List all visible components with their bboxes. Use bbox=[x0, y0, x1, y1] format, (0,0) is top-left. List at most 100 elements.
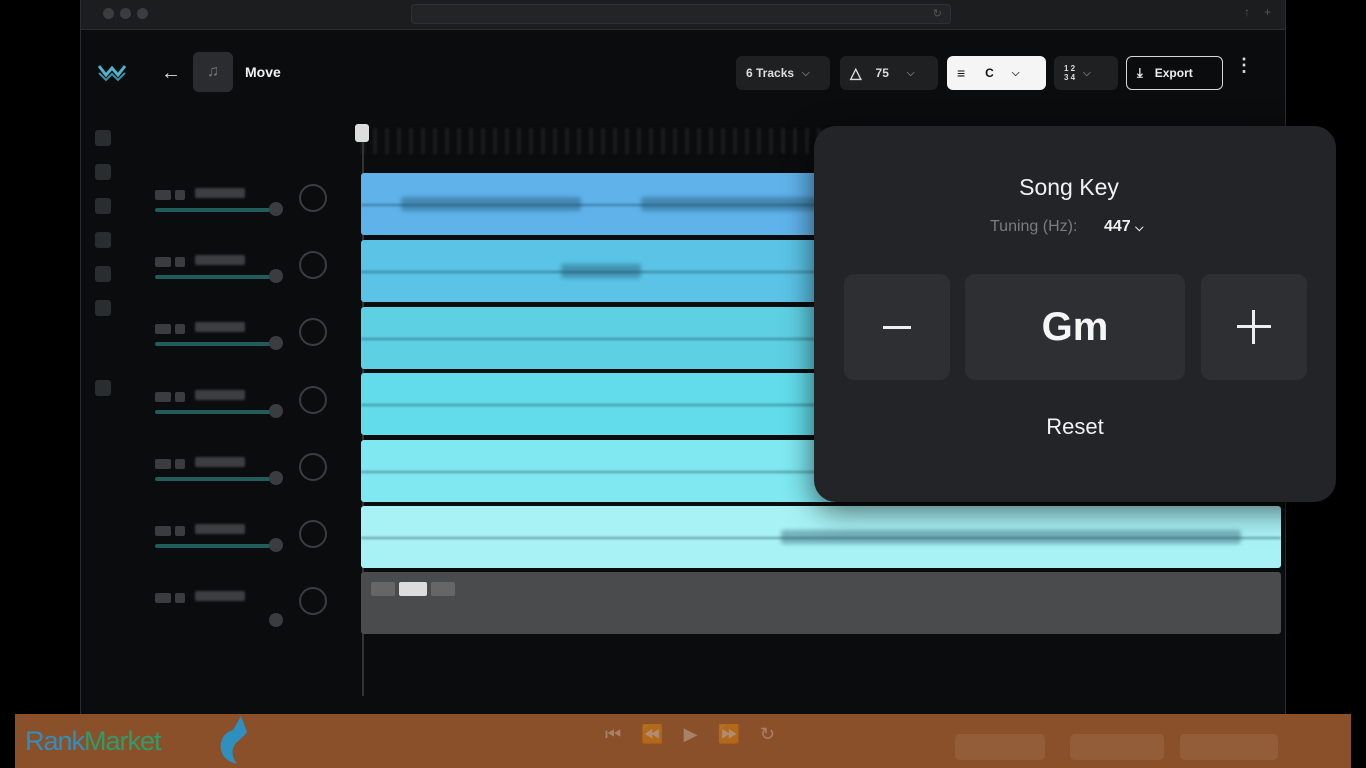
notes-tool-icon[interactable] bbox=[95, 198, 111, 214]
forward-icon[interactable]: ⏩ bbox=[717, 724, 739, 745]
time-signature-top: 1 2 bbox=[1064, 64, 1076, 73]
mute-button[interactable] bbox=[155, 392, 171, 402]
song-title: Move bbox=[245, 64, 281, 80]
solo-button[interactable] bbox=[175, 459, 185, 469]
title-bar: ↻ ↑ + bbox=[81, 0, 1285, 30]
play-icon[interactable]: ▶ bbox=[684, 724, 698, 745]
rewind-start-icon[interactable]: ⏮ bbox=[605, 724, 621, 745]
solo-button[interactable] bbox=[175, 324, 185, 334]
rewind-icon[interactable]: ⏪ bbox=[641, 724, 663, 745]
mute-button[interactable] bbox=[155, 257, 171, 267]
solo-button[interactable] bbox=[175, 526, 185, 536]
track-settings-icon[interactable] bbox=[299, 453, 327, 481]
tuning-value: 447 bbox=[1104, 218, 1131, 235]
solo-button[interactable] bbox=[175, 257, 185, 267]
time-signature-dropdown[interactable]: 1 2 3 4 ⌵ bbox=[1054, 56, 1118, 90]
volume-knob[interactable] bbox=[269, 538, 283, 552]
track-name bbox=[195, 390, 245, 400]
reset-button[interactable]: Reset bbox=[814, 414, 1336, 440]
close-window-button[interactable] bbox=[103, 8, 114, 19]
more-options-icon[interactable]: ⋮ bbox=[1235, 56, 1253, 74]
download-icon: ⤓ bbox=[1137, 65, 1143, 80]
chevron-down-icon: ⌵ bbox=[1011, 67, 1020, 79]
volume-knob[interactable] bbox=[269, 404, 283, 418]
watermark-banner: RankMarket ⏮ ⏪ ▶ ⏩ ↻ bbox=[15, 714, 1351, 768]
lane-chip[interactable] bbox=[371, 582, 395, 596]
volume-knob[interactable] bbox=[269, 336, 283, 350]
brand-part2: Market bbox=[84, 726, 162, 756]
lane-chip[interactable] bbox=[431, 582, 455, 596]
lane-chip[interactable] bbox=[399, 582, 427, 596]
share-icon[interactable]: ↑ bbox=[1244, 5, 1250, 19]
track-settings-icon[interactable] bbox=[299, 520, 327, 548]
edit-tool-icon[interactable] bbox=[95, 164, 111, 180]
track-control bbox=[151, 251, 351, 301]
minimize-window-button[interactable] bbox=[120, 8, 131, 19]
time-signature-bottom: 3 4 bbox=[1064, 73, 1076, 82]
volume-knob[interactable] bbox=[269, 269, 283, 283]
volume-slider[interactable] bbox=[155, 477, 275, 481]
mute-button[interactable] bbox=[155, 190, 171, 200]
track-name bbox=[195, 322, 245, 332]
track-control bbox=[151, 453, 351, 503]
mute-button[interactable] bbox=[155, 593, 171, 603]
plus-icon bbox=[1237, 310, 1271, 344]
tuning-dropdown[interactable]: 447 ⌵ bbox=[1104, 218, 1144, 236]
tempo-dropdown[interactable]: △ 75 ⌵ bbox=[840, 56, 938, 90]
mute-button[interactable] bbox=[155, 526, 171, 536]
brush-tool-icon[interactable] bbox=[95, 232, 111, 248]
waveform-peak bbox=[401, 196, 581, 212]
lyrics-button[interactable] bbox=[955, 734, 1045, 760]
transpose-up-button[interactable] bbox=[1201, 274, 1307, 380]
grid-tool-icon[interactable] bbox=[95, 300, 111, 316]
tracks-dropdown[interactable]: 6 Tracks ⌵ bbox=[736, 56, 830, 90]
metronome-lane[interactable] bbox=[361, 572, 1281, 634]
mute-button[interactable] bbox=[155, 459, 171, 469]
track-settings-icon[interactable] bbox=[299, 184, 327, 212]
solo-button[interactable] bbox=[175, 593, 185, 603]
solo-button[interactable] bbox=[175, 190, 185, 200]
volume-slider[interactable] bbox=[155, 208, 275, 212]
brand-logo: RankMarket bbox=[25, 726, 162, 757]
volume-knob[interactable] bbox=[269, 613, 283, 627]
export-button[interactable]: ⤓ Export bbox=[1126, 56, 1223, 90]
key-dropdown[interactable]: ≡ C ⌵ bbox=[947, 56, 1046, 90]
settings-tool-icon[interactable] bbox=[95, 380, 111, 396]
track-name bbox=[195, 255, 245, 265]
maximize-window-button[interactable] bbox=[137, 8, 148, 19]
app-header: ← ♫ Move 6 Tracks ⌵ △ 75 ⌵ ≡ C ⌵ 1 2 3 4… bbox=[81, 40, 1285, 106]
solo-button[interactable] bbox=[175, 392, 185, 402]
transpose-down-button[interactable] bbox=[844, 274, 950, 380]
volume-slider[interactable] bbox=[155, 275, 275, 279]
mute-button[interactable] bbox=[155, 324, 171, 334]
track-name bbox=[195, 457, 245, 467]
address-bar[interactable]: ↻ bbox=[411, 4, 951, 24]
chords-button[interactable] bbox=[1070, 734, 1164, 760]
tuner-tool-icon[interactable] bbox=[95, 266, 111, 282]
volume-slider[interactable] bbox=[155, 342, 275, 346]
track-settings-icon[interactable] bbox=[299, 318, 327, 346]
volume-slider[interactable] bbox=[155, 410, 275, 414]
track-settings-icon[interactable] bbox=[299, 587, 327, 615]
unicorn-logo-icon bbox=[220, 716, 247, 764]
tracks-label: 6 Tracks bbox=[746, 66, 795, 80]
time-signature: 1 2 3 4 bbox=[1064, 64, 1075, 82]
track-settings-icon[interactable] bbox=[299, 386, 327, 414]
volume-knob[interactable] bbox=[269, 202, 283, 216]
new-tab-icon[interactable]: + bbox=[1264, 5, 1271, 19]
volume-knob[interactable] bbox=[269, 471, 283, 485]
reload-icon[interactable]: ↻ bbox=[933, 7, 942, 20]
brand-part1: Rank bbox=[25, 726, 85, 756]
metronome-icon: △ bbox=[850, 65, 862, 82]
sections-button[interactable] bbox=[1180, 734, 1278, 760]
chevron-down-icon: ⌵ bbox=[1135, 222, 1144, 234]
track-control bbox=[151, 520, 351, 570]
loop-icon[interactable]: ↻ bbox=[760, 724, 775, 745]
volume-slider[interactable] bbox=[155, 544, 275, 548]
back-arrow-icon[interactable]: ← bbox=[161, 62, 181, 85]
share-tool-icon[interactable] bbox=[95, 130, 111, 146]
playhead-handle[interactable] bbox=[355, 124, 369, 142]
track-lane[interactable] bbox=[361, 506, 1281, 568]
key-display: Gm bbox=[965, 274, 1185, 380]
track-settings-icon[interactable] bbox=[299, 251, 327, 279]
